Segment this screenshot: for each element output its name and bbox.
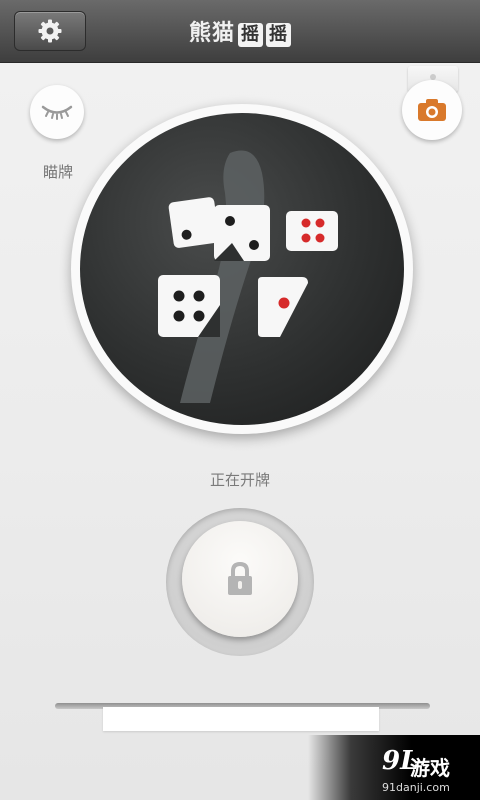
lock-icon: [228, 561, 252, 595]
app-title-box-2: 摇: [266, 23, 291, 47]
watermark-text: 游戏: [410, 756, 450, 780]
dice-illustration: [158, 150, 338, 403]
die-one: [168, 197, 220, 248]
status-label: 正在开牌: [209, 471, 270, 489]
eye-closed-icon: [41, 105, 73, 120]
peek-button[interactable]: [30, 85, 84, 139]
peek-label: 瞄牌: [42, 163, 73, 181]
top-bar: 熊猫摇摇: [0, 0, 480, 63]
dice-cup[interactable]: [80, 113, 404, 425]
die-red-partial: [258, 277, 308, 337]
watermark-url: 91danji.com: [382, 781, 450, 794]
die-four-black: [158, 275, 220, 337]
die-four-red: [286, 211, 338, 251]
die-two: [214, 205, 270, 261]
camera-icon: [418, 99, 446, 121]
app-title: 熊猫摇摇: [0, 15, 480, 47]
receipt-paper: [103, 707, 379, 735]
lock-button[interactable]: [182, 521, 298, 637]
app-title-box-1: 摇: [238, 23, 263, 47]
camera-button[interactable]: [402, 80, 462, 140]
app-title-text: 熊猫: [188, 20, 235, 46]
